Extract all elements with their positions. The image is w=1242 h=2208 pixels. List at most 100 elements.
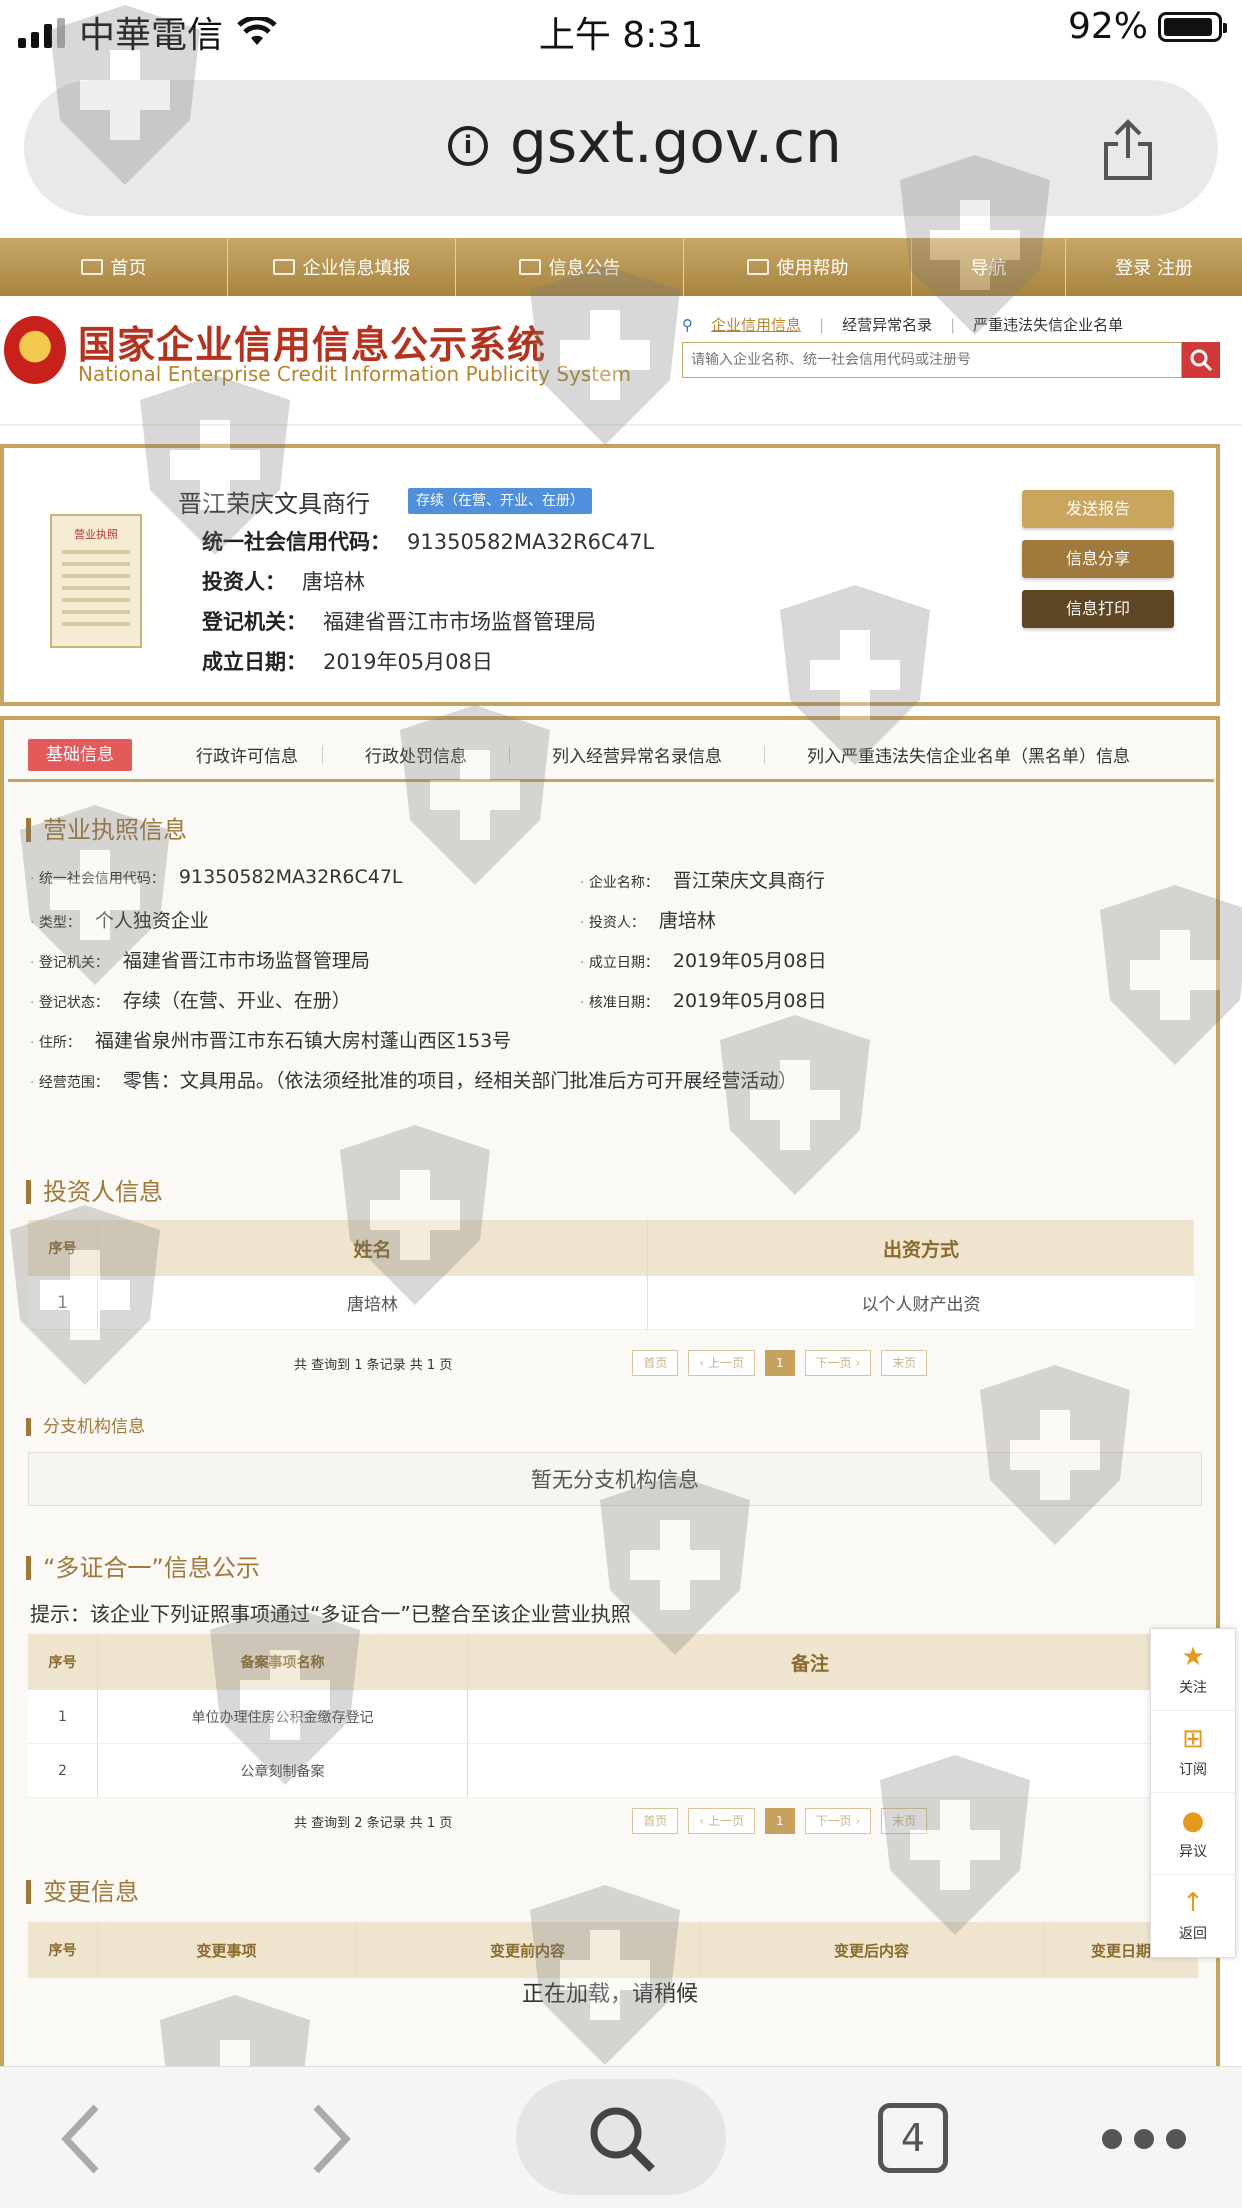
- col-index: 序号: [28, 1922, 98, 1978]
- pager-current[interactable]: 1: [764, 1808, 795, 1834]
- pager-last[interactable]: 末页: [881, 1350, 928, 1376]
- site-info-icon[interactable]: i: [448, 126, 488, 166]
- field-reg-status: 登记状态： 存续（在营、开业、在册）: [30, 986, 351, 1013]
- more-menu-icon[interactable]: [1102, 2129, 1186, 2149]
- field-label: 登记机关：: [30, 955, 109, 971]
- cell-item: 单位办理住房公积金缴存登记: [98, 1690, 468, 1743]
- nav-help[interactable]: 使用帮助: [684, 238, 912, 296]
- tab-abnormal-list[interactable]: 列入经营异常名录信息: [510, 742, 764, 767]
- pager-last[interactable]: 末页: [881, 1808, 928, 1834]
- search-glass-icon: ⚲: [682, 315, 693, 334]
- nav-label: 信息公告: [548, 258, 621, 279]
- license-title: 营业执照: [74, 528, 118, 541]
- col-change-item: 变更事项: [98, 1922, 356, 1978]
- field-investor: 投资人： 唐培林: [580, 906, 716, 933]
- tab-admin-penalty[interactable]: 行政处罚信息: [323, 742, 509, 767]
- tab-blacklist[interactable]: 列入严重违法失信企业名单（黑名单）信息: [765, 742, 1130, 767]
- subscribe-button[interactable]: ⊞ 订阅: [1151, 1711, 1235, 1793]
- site-title: 国家企业信用信息公示系统: [78, 323, 547, 367]
- nav-home[interactable]: 首页: [0, 238, 228, 296]
- magnifier-icon: [590, 2107, 655, 2172]
- monitor-icon: [80, 259, 103, 275]
- nav-enterprise-report[interactable]: 企业信息填报: [228, 238, 456, 296]
- nav-navigation[interactable]: 导航: [912, 238, 1066, 296]
- national-emblem-icon: [4, 316, 66, 384]
- side-menu-label: 异议: [1179, 1843, 1207, 1860]
- changes-table-header: 序号 变更事项 变更前内容 变更后内容 变更日期: [28, 1922, 1198, 1978]
- row-label: 成立日期：: [202, 650, 307, 674]
- browser-url-area: i gsxt.gov.cn: [0, 62, 1242, 222]
- url-text[interactable]: gsxt.gov.cn: [510, 108, 842, 176]
- search-pill[interactable]: [516, 2079, 726, 2195]
- nav-label: 导航: [970, 258, 1007, 279]
- tab-basic-info[interactable]: 基础信息: [28, 738, 132, 771]
- col-index: 序号: [28, 1220, 98, 1276]
- credit-code-row: 统一社会信用代码： 91350582MA32R6C47L: [202, 526, 654, 556]
- pager-prev[interactable]: ‹ 上一页: [688, 1350, 755, 1376]
- search-tab-abnormal[interactable]: 经营异常名录: [842, 314, 932, 335]
- side-menu-label: 订阅: [1179, 1761, 1207, 1778]
- table-row: 1 单位办理住房公积金缴存登记: [28, 1690, 1152, 1744]
- pager-info: 共 查询到 1 条记录 共 1 页: [294, 1357, 453, 1373]
- col-contribution: 出资方式: [882, 1238, 959, 1261]
- nav-announcements[interactable]: 信息公告: [456, 238, 684, 296]
- address-bar[interactable]: i gsxt.gov.cn: [24, 80, 1218, 216]
- status-right: 92%: [1068, 6, 1227, 47]
- share-icon[interactable]: [1100, 118, 1156, 182]
- investor-table-header: 序号 姓名 出资方式: [28, 1220, 1194, 1276]
- pager-first[interactable]: 首页: [632, 1350, 679, 1376]
- field-value: 福建省晋江市市场监督管理局: [122, 950, 370, 972]
- field-label: 投资人：: [580, 915, 645, 931]
- business-license-thumbnail[interactable]: 营业执照: [50, 514, 142, 648]
- back-arrow-icon[interactable]: [56, 2101, 106, 2177]
- field-label: 经营范围：: [30, 1075, 109, 1091]
- nav-login-register[interactable]: 登录 注册: [1066, 238, 1242, 296]
- pager-first[interactable]: 首页: [632, 1808, 679, 1834]
- pager-next[interactable]: 下一页 ›: [804, 1808, 872, 1834]
- section-title-multi-cert: “多证合一”信息公示: [26, 1556, 260, 1580]
- side-menu-label: 关注: [1179, 1679, 1207, 1696]
- floating-side-menu: ★ 关注 ⊞ 订阅 ● 异议 ↑ 返回: [1150, 1628, 1236, 1958]
- field-value: 2019年05月08日: [672, 950, 827, 972]
- search-input[interactable]: [683, 343, 1181, 377]
- objection-button[interactable]: ● 异议: [1151, 1793, 1235, 1875]
- nav-label: 企业信息填报: [302, 258, 411, 279]
- nav-label: 登录 注册: [1115, 258, 1193, 279]
- document-icon: [518, 259, 541, 275]
- search-icon: [1190, 349, 1213, 372]
- tab-admin-license[interactable]: 行政许可信息: [172, 742, 322, 767]
- investor-pager: 共 查询到 1 条记录 共 1 页 首页 ‹ 上一页 1 下一页 › 末页: [294, 1350, 928, 1376]
- back-to-top-button[interactable]: ↑ 返回: [1151, 1875, 1235, 1957]
- field-authority: 登记机关： 福建省晋江市市场监督管理局: [30, 946, 370, 973]
- search-button[interactable]: [1182, 342, 1220, 378]
- search-box: [682, 342, 1182, 378]
- send-report-button[interactable]: 发送报告: [1022, 490, 1174, 528]
- cell-item: 公章刻制备案: [98, 1744, 468, 1797]
- share-info-button[interactable]: 信息分享: [1022, 540, 1174, 578]
- row-label: 投资人：: [202, 570, 286, 594]
- col-index: 序号: [28, 1634, 98, 1690]
- section-title-changes: 变更信息: [26, 1880, 139, 1904]
- divider: |: [950, 315, 956, 334]
- pager-current[interactable]: 1: [764, 1350, 795, 1376]
- cell-remark: [468, 1744, 1152, 1797]
- status-badge: 存续（在营、开业、在册）: [408, 488, 592, 514]
- follow-button[interactable]: ★ 关注: [1151, 1629, 1235, 1711]
- col-remark: 备注: [790, 1652, 829, 1675]
- tab-count-button[interactable]: 4: [878, 2103, 948, 2173]
- forward-arrow-icon[interactable]: [306, 2101, 356, 2177]
- search-tab-blacklist[interactable]: 严重违法失信企业名单: [973, 314, 1123, 335]
- cell-index: 1: [28, 1276, 98, 1329]
- arrow-up-icon: ↑: [1182, 1888, 1204, 1918]
- pager-prev[interactable]: ‹ 上一页: [688, 1808, 755, 1834]
- section-title-business-license: 营业执照信息: [26, 818, 187, 842]
- col-item: 备案事项名称: [98, 1634, 468, 1690]
- field-value: 个人独资企业: [94, 910, 209, 932]
- field-address: 住所： 福建省泉州市晋江市东石镇大房村蓬山西区153号: [30, 1026, 511, 1053]
- field-scope: 经营范围： 零售：文具用品。（依法须经批准的项目，经相关部门批准后方可开展经营活动…: [30, 1066, 797, 1093]
- battery-icon: [1158, 11, 1227, 42]
- print-info-button[interactable]: 信息打印: [1022, 590, 1174, 628]
- multi-cert-hint: 提示：该企业下列证照事项通过“多证合一”已整合至该企业营业执照: [30, 1602, 631, 1626]
- pager-next[interactable]: 下一页 ›: [804, 1350, 872, 1376]
- search-tab-credit[interactable]: 企业信用信息: [711, 314, 801, 335]
